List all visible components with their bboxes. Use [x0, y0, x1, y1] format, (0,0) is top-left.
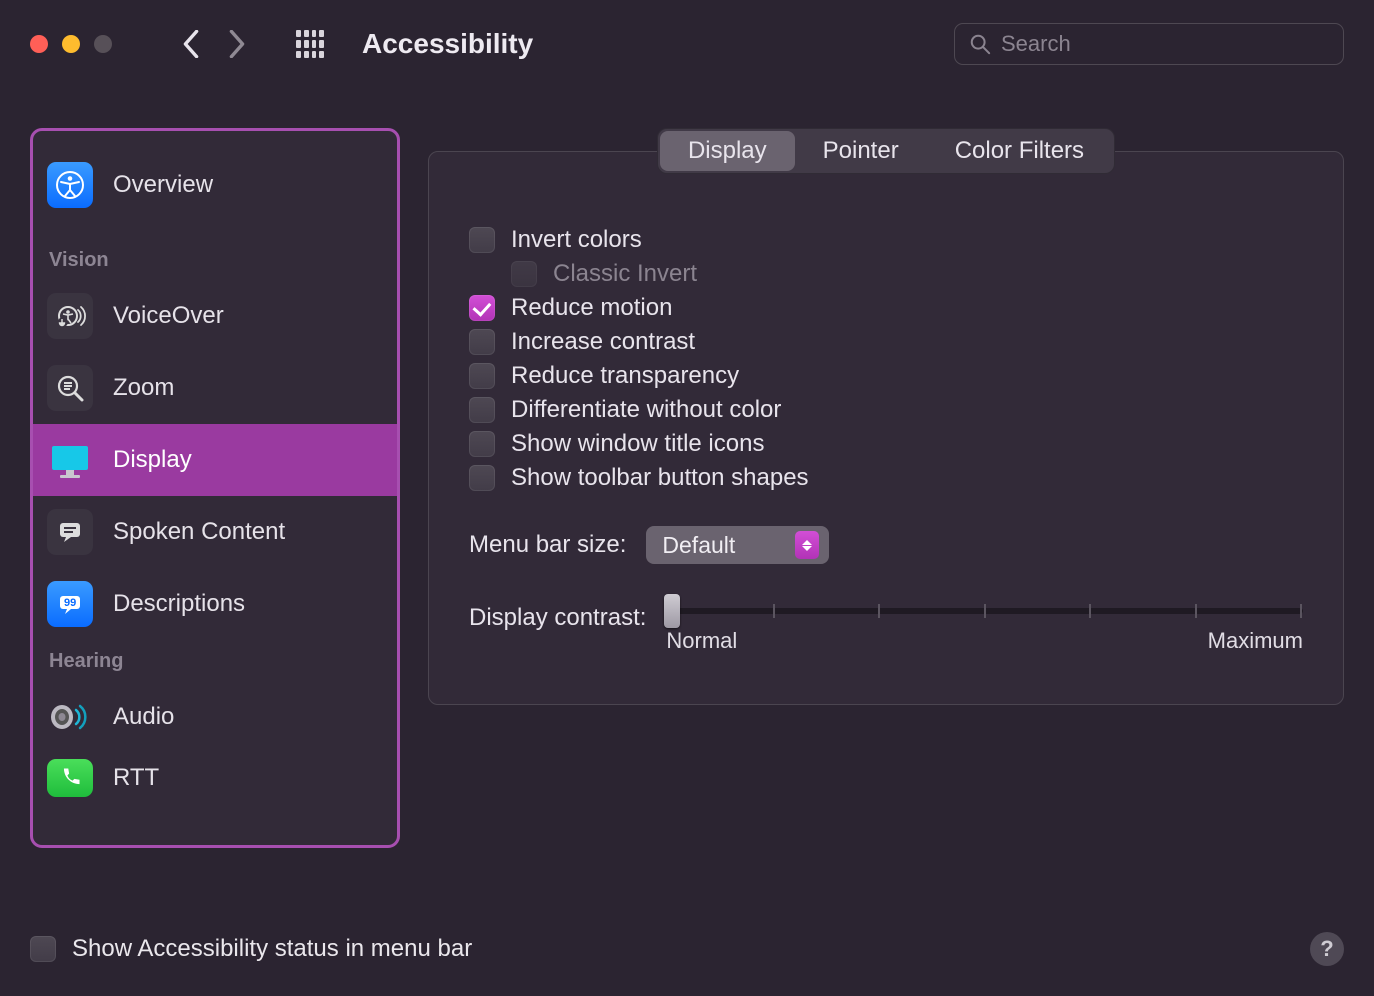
checkbox-label: Reduce transparency	[511, 362, 739, 390]
checkbox-label: Classic Invert	[553, 260, 697, 288]
footer: Show Accessibility status in menu bar ?	[30, 932, 1344, 966]
window-controls	[30, 35, 112, 53]
row-display-contrast: Display contrast: Normal Maximum	[469, 604, 1303, 654]
descriptions-icon: 99	[47, 581, 93, 627]
checkbox-differentiate-without-color[interactable]	[469, 397, 495, 423]
checkbox-reduce-motion[interactable]	[469, 295, 495, 321]
tab-bar: Display Pointer Color Filters	[657, 128, 1115, 174]
accessibility-icon	[47, 162, 93, 208]
sidebar-item-spoken-content[interactable]: Spoken Content	[39, 496, 391, 568]
sidebar-item-label: Display	[113, 446, 192, 474]
row-show-toolbar-button-shapes[interactable]: Show toolbar button shapes	[469, 464, 1303, 492]
search-placeholder: Search	[1001, 31, 1071, 57]
display-contrast-label: Display contrast:	[469, 604, 646, 632]
search-icon	[969, 33, 991, 55]
row-invert-colors[interactable]: Invert colors	[469, 226, 1303, 254]
audio-icon	[47, 694, 93, 740]
updown-icon	[795, 531, 819, 559]
checkbox-label: Differentiate without color	[511, 396, 781, 424]
window-title: Accessibility	[362, 28, 533, 60]
checkbox-show-status-menubar[interactable]	[30, 936, 56, 962]
sidebar-section-hearing: Hearing	[39, 640, 391, 681]
slider-ticks	[666, 604, 1303, 618]
content-pane: Display Pointer Color Filters Invert col…	[428, 128, 1344, 848]
checkbox-show-window-title-icons[interactable]	[469, 431, 495, 457]
sidebar-item-label: Descriptions	[113, 590, 245, 618]
menu-bar-size-label: Menu bar size:	[469, 531, 626, 559]
row-classic-invert: Classic Invert	[511, 260, 1303, 288]
row-reduce-transparency[interactable]: Reduce transparency	[469, 362, 1303, 390]
close-window-button[interactable]	[30, 35, 48, 53]
tab-display[interactable]: Display	[660, 131, 795, 171]
sidebar-item-label: VoiceOver	[113, 302, 224, 330]
checkbox-label: Invert colors	[511, 226, 642, 254]
checkbox-label: Increase contrast	[511, 328, 695, 356]
zoom-window-button	[94, 35, 112, 53]
back-button[interactable]	[174, 24, 208, 64]
tab-pointer[interactable]: Pointer	[795, 131, 927, 171]
sidebar: Overview Vision VoiceOver Zoom Displa	[30, 128, 400, 848]
sidebar-item-label: Spoken Content	[113, 518, 285, 546]
slider-min-label: Normal	[666, 628, 737, 654]
tab-color-filters[interactable]: Color Filters	[927, 131, 1112, 171]
rtt-icon	[47, 759, 93, 797]
sidebar-item-rtt[interactable]: RTT	[39, 753, 391, 803]
row-menu-bar-size: Menu bar size: Default	[469, 526, 1303, 564]
help-button[interactable]: ?	[1310, 932, 1344, 966]
sidebar-item-label: RTT	[113, 764, 159, 792]
sidebar-item-audio[interactable]: Audio	[39, 681, 391, 753]
titlebar: Accessibility Search	[0, 0, 1374, 88]
menu-bar-size-popup[interactable]: Default	[646, 526, 829, 564]
row-increase-contrast[interactable]: Increase contrast	[469, 328, 1303, 356]
sidebar-item-voiceover[interactable]: VoiceOver	[39, 280, 391, 352]
minimize-window-button[interactable]	[62, 35, 80, 53]
sidebar-item-display[interactable]: Display	[33, 424, 397, 496]
search-field[interactable]: Search	[954, 23, 1344, 65]
slider-max-label: Maximum	[1208, 628, 1303, 654]
forward-button	[220, 24, 254, 64]
sidebar-item-label: Overview	[113, 171, 213, 199]
checkbox-classic-invert	[511, 261, 537, 287]
footer-checkbox-label: Show Accessibility status in menu bar	[72, 935, 472, 963]
menu-bar-size-value: Default	[662, 532, 735, 559]
sidebar-section-vision: Vision	[39, 239, 391, 280]
spoken-content-icon	[47, 509, 93, 555]
svg-text:99: 99	[64, 597, 76, 609]
sidebar-item-descriptions[interactable]: 99 Descriptions	[39, 568, 391, 640]
checkbox-increase-contrast[interactable]	[469, 329, 495, 355]
row-reduce-motion[interactable]: Reduce motion	[469, 294, 1303, 322]
sidebar-item-overview[interactable]: Overview	[39, 149, 391, 221]
slider-thumb[interactable]	[664, 594, 680, 628]
display-icon	[47, 437, 93, 483]
row-show-window-title-icons[interactable]: Show window title icons	[469, 430, 1303, 458]
zoom-icon	[47, 365, 93, 411]
checkbox-show-toolbar-button-shapes[interactable]	[469, 465, 495, 491]
checkbox-label: Reduce motion	[511, 294, 672, 322]
sidebar-item-zoom[interactable]: Zoom	[39, 352, 391, 424]
sidebar-item-label: Audio	[113, 703, 174, 731]
voiceover-icon	[47, 293, 93, 339]
checkbox-reduce-transparency[interactable]	[469, 363, 495, 389]
display-contrast-slider[interactable]	[666, 608, 1303, 614]
checkbox-invert-colors[interactable]	[469, 227, 495, 253]
row-differentiate-without-color[interactable]: Differentiate without color	[469, 396, 1303, 424]
display-settings-group: Invert colors Classic Invert Reduce moti…	[428, 151, 1344, 705]
sidebar-item-label: Zoom	[113, 374, 174, 402]
checkbox-label: Show window title icons	[511, 430, 764, 458]
show-all-preferences-button[interactable]	[296, 30, 324, 58]
checkbox-label: Show toolbar button shapes	[511, 464, 809, 492]
